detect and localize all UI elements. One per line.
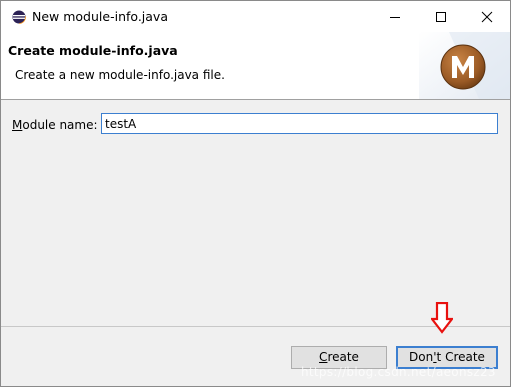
maximize-icon <box>436 12 446 22</box>
module-name-label-text: odule name: <box>22 118 98 132</box>
dont-create-label: t Create <box>436 350 485 364</box>
watermark-text: https://blog.csdn.net/aeonsz23 <box>301 365 496 379</box>
close-button[interactable] <box>464 1 510 32</box>
eclipse-icon <box>12 10 26 24</box>
header-description: Create a new module-info.java file. <box>15 68 225 82</box>
minimize-button[interactable] <box>372 1 418 32</box>
module-name-label: Module name: <box>12 118 98 132</box>
title-bar[interactable]: New module-info.java <box>1 1 510 32</box>
dialog-header: Create module-info.java Create a new mod… <box>1 32 510 99</box>
header-separator <box>1 99 510 100</box>
close-icon <box>481 11 493 23</box>
create-label: reate <box>327 350 359 364</box>
dont-create-prefix: Don <box>409 350 434 364</box>
header-title: Create module-info.java <box>8 43 178 58</box>
dialog-window: New module-info.java Create module-info.… <box>0 0 511 387</box>
module-name-mnemonic: M <box>12 118 23 132</box>
maven-logo-icon <box>419 32 510 99</box>
red-down-arrow-icon <box>431 302 453 334</box>
module-name-input[interactable] <box>101 113 498 134</box>
maximize-button[interactable] <box>418 1 464 32</box>
minimize-icon <box>390 17 400 18</box>
window-title: New module-info.java <box>32 9 168 24</box>
